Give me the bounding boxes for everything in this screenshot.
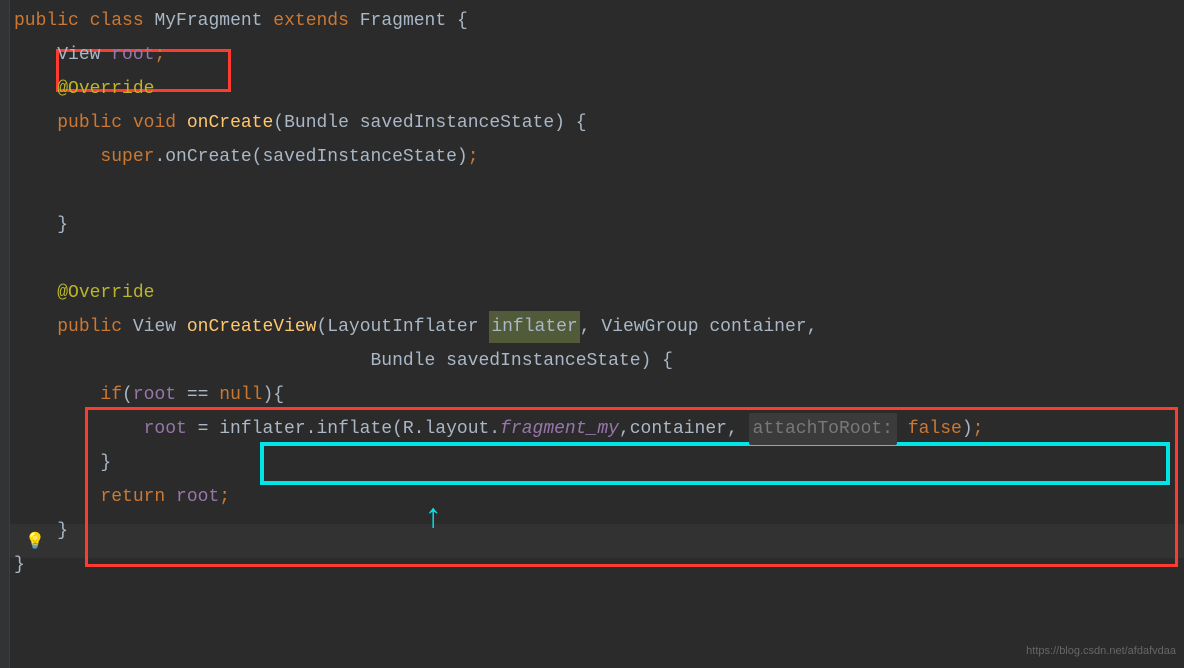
return-type: View bbox=[133, 311, 187, 343]
semicolon: ; bbox=[468, 141, 479, 173]
params-cont: Bundle savedInstanceState) { bbox=[370, 345, 672, 377]
brace-close: } bbox=[14, 549, 25, 581]
brace-close: } bbox=[57, 209, 68, 241]
annotation-override: @Override bbox=[57, 73, 154, 105]
method-oncreate: onCreate bbox=[187, 107, 273, 139]
brace: { bbox=[446, 5, 468, 37]
semicolon: ; bbox=[219, 481, 230, 513]
keyword-public: public bbox=[57, 311, 122, 343]
watermark-text: https://blog.csdn.net/afdafvdaa bbox=[1026, 642, 1176, 662]
code-line[interactable]: public View onCreateView(LayoutInflater … bbox=[14, 310, 1184, 344]
assign: = bbox=[187, 413, 219, 445]
keyword-void: void bbox=[133, 107, 176, 139]
inflate-call: inflater.inflate(R.layout. bbox=[219, 413, 500, 445]
code-line[interactable]: return root; bbox=[14, 480, 1184, 514]
semicolon: ; bbox=[154, 39, 165, 71]
comma-container: ,container, bbox=[619, 413, 749, 445]
field-root: root bbox=[111, 39, 154, 71]
paren-open: ( bbox=[122, 379, 133, 411]
code-line-blank[interactable] bbox=[14, 174, 1184, 208]
keyword-if: if bbox=[100, 379, 122, 411]
code-line[interactable]: Bundle savedInstanceState) { bbox=[14, 344, 1184, 378]
annotation-override: @Override bbox=[57, 277, 154, 309]
keyword-false: false bbox=[908, 413, 962, 445]
method-call: .onCreate(savedInstanceState) bbox=[154, 141, 467, 173]
space bbox=[897, 413, 908, 445]
class-name: MyFragment bbox=[154, 5, 262, 37]
keyword-return: return bbox=[100, 481, 165, 513]
keyword-public: public bbox=[14, 5, 79, 37]
code-line[interactable]: } bbox=[14, 208, 1184, 242]
code-line[interactable]: super.onCreate(savedInstanceState); bbox=[14, 140, 1184, 174]
space bbox=[165, 481, 176, 513]
keyword-super: super bbox=[100, 141, 154, 173]
field-root: root bbox=[144, 413, 187, 445]
brace-close: } bbox=[100, 447, 111, 479]
code-line[interactable]: public void onCreate(Bundle savedInstanc… bbox=[14, 106, 1184, 140]
code-editor-content[interactable]: public class MyFragment extends Fragment… bbox=[0, 0, 1184, 582]
keyword-null: null bbox=[219, 379, 262, 411]
paren-close: ) bbox=[962, 413, 973, 445]
layout-resource: fragment_my bbox=[500, 413, 619, 445]
code-line[interactable]: if(root == null){ bbox=[14, 378, 1184, 412]
keyword-class: class bbox=[90, 5, 144, 37]
code-line[interactable]: } bbox=[14, 446, 1184, 480]
params-open: (LayoutInflater bbox=[316, 311, 489, 343]
code-line[interactable]: } bbox=[14, 514, 1184, 548]
code-line[interactable]: root = inflater.inflate(R.layout.fragmen… bbox=[14, 412, 1184, 446]
param-hint-attachtoroot: attachToRoot: bbox=[749, 413, 897, 445]
paren-close-brace: ){ bbox=[263, 379, 285, 411]
equals: == bbox=[176, 379, 219, 411]
superclass-name: Fragment bbox=[360, 5, 446, 37]
method-oncreateview: onCreateView bbox=[187, 311, 317, 343]
type-view: View bbox=[57, 39, 111, 71]
brace-close: } bbox=[57, 515, 68, 547]
params-more: , ViewGroup container, bbox=[580, 311, 818, 343]
code-line[interactable]: @Override bbox=[14, 72, 1184, 106]
semicolon: ; bbox=[973, 413, 984, 445]
keyword-public: public bbox=[57, 107, 122, 139]
code-line-blank[interactable] bbox=[14, 242, 1184, 276]
field-root: root bbox=[176, 481, 219, 513]
field-root: root bbox=[133, 379, 176, 411]
code-line[interactable]: @Override bbox=[14, 276, 1184, 310]
code-line[interactable]: } bbox=[14, 548, 1184, 582]
code-line[interactable]: View root; bbox=[14, 38, 1184, 72]
param-inflater-highlighted: inflater bbox=[489, 311, 579, 343]
code-line[interactable]: public class MyFragment extends Fragment… bbox=[14, 4, 1184, 38]
params: (Bundle savedInstanceState) { bbox=[273, 107, 586, 139]
keyword-extends: extends bbox=[273, 5, 349, 37]
